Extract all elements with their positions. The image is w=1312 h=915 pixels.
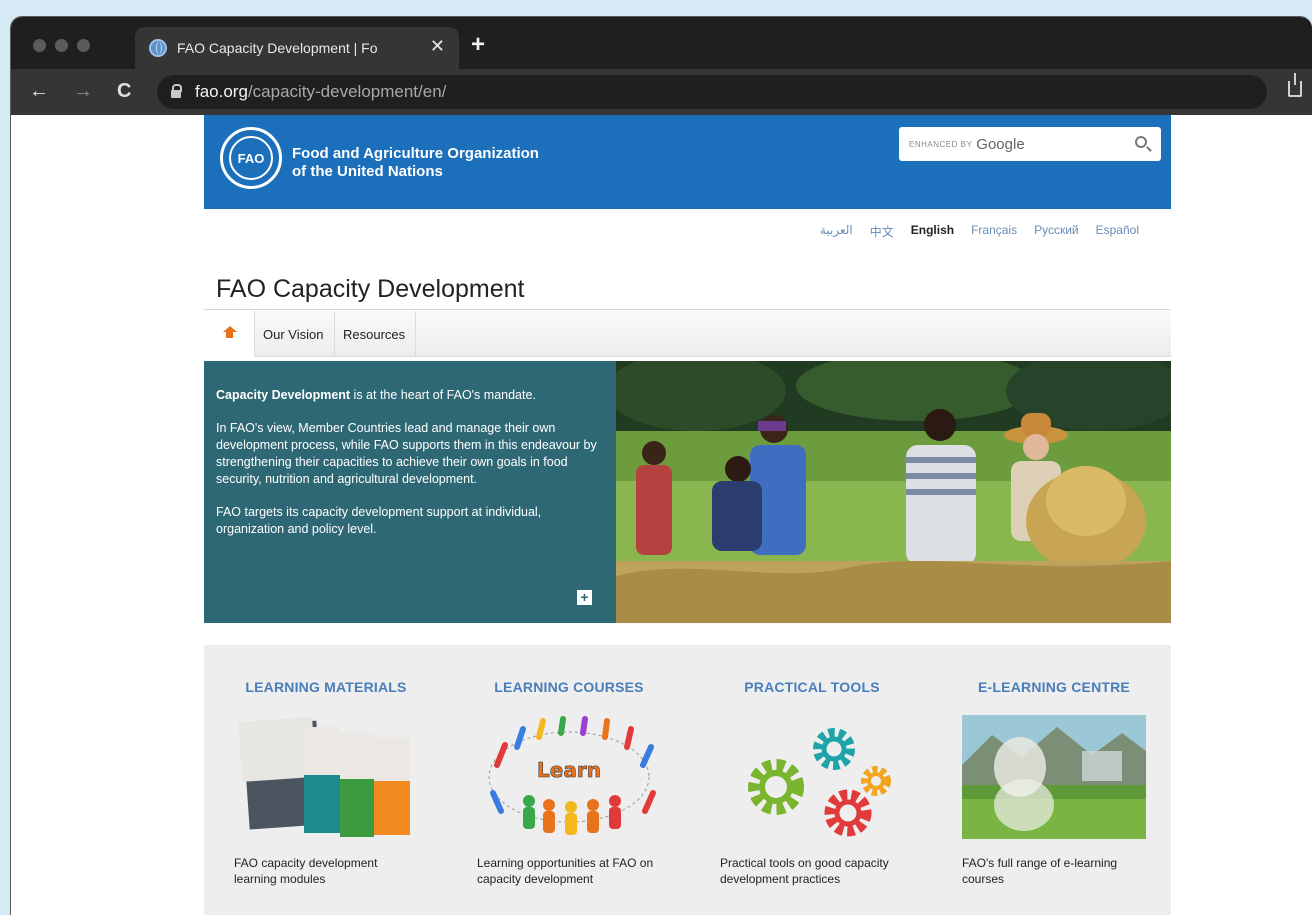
card-learning-courses[interactable]: LEARNING COURSES Learn Learning opportun… xyxy=(469,645,669,886)
tab-fao-capacity[interactable]: FAO Capacity Development | Fo ✕ xyxy=(135,27,459,69)
language-switcher: العربية 中文 English Français Русский Espa… xyxy=(820,223,1139,240)
lang-french[interactable]: Français xyxy=(971,223,1017,240)
gear-icon xyxy=(824,789,872,837)
org-name-line2: of the United Nations xyxy=(292,163,443,180)
lang-arabic[interactable]: العربية xyxy=(820,223,853,240)
gear-icon xyxy=(748,759,804,815)
back-button[interactable]: ← xyxy=(29,80,49,103)
share-icon[interactable] xyxy=(1288,73,1302,97)
divider xyxy=(204,309,1171,310)
browser-window: FAO Capacity Development | Fo ✕ + ← → C … xyxy=(10,16,1312,915)
card-elearning-centre[interactable]: E-LEARNING CENTRE FAO's full range of e-… xyxy=(954,645,1154,886)
card-description: Practical tools on good capacity develop… xyxy=(720,856,889,886)
card-practical-tools[interactable]: PRACTICAL TOOLS Practical tools on good … xyxy=(712,645,912,886)
farmers-illustration xyxy=(616,361,1171,623)
tab-title: FAO Capacity Development | Fo xyxy=(177,40,378,56)
search-enhanced-label: ENHANCED BY xyxy=(909,139,973,149)
minimize-window-button[interactable] xyxy=(55,39,68,52)
card-heading[interactable]: LEARNING MATERIALS xyxy=(226,679,426,695)
reload-button[interactable]: C xyxy=(117,80,131,103)
forward-button[interactable]: → xyxy=(73,80,93,103)
close-tab-icon[interactable]: ✕ xyxy=(430,36,445,57)
lang-russian[interactable]: Русский xyxy=(1034,223,1079,240)
new-tab-button[interactable]: + xyxy=(471,31,485,59)
search-brand-label: Google xyxy=(976,135,1025,153)
fao-logo-text: FAO xyxy=(229,136,273,180)
fao-logo[interactable]: FAO xyxy=(220,127,282,189)
search-icon[interactable] xyxy=(1135,136,1147,148)
globe-icon xyxy=(149,39,167,57)
browser-toolbar: ← → C fao.org/capacity-development/en/ xyxy=(11,69,1312,115)
practical-tools-gears-image[interactable] xyxy=(720,715,904,839)
search-input[interactable]: ENHANCED BY Google xyxy=(899,127,1161,161)
url-host: fao.org xyxy=(195,82,248,101)
resource-cards: LEARNING MATERIALS FAO capacity developm… xyxy=(204,645,1171,915)
address-bar[interactable]: fao.org/capacity-development/en/ xyxy=(157,75,1267,109)
card-heading[interactable]: E-LEARNING CENTRE xyxy=(954,679,1154,695)
hero-photo-farmers xyxy=(616,361,1171,623)
gear-icon xyxy=(861,766,891,796)
hero-p1-rest: is at the heart of FAO's mandate. xyxy=(350,388,536,402)
hero-bold-phrase: Capacity Development xyxy=(216,388,351,402)
maximize-window-button[interactable] xyxy=(77,39,90,52)
learn-art-word: Learn xyxy=(537,758,601,782)
hero-paragraph-3: FAO targets its capacity development sup… xyxy=(216,505,542,536)
lock-icon xyxy=(171,84,182,98)
url-path: /capacity-development/en/ xyxy=(247,82,447,101)
card-learning-materials[interactable]: LEARNING MATERIALS FAO capacity developm… xyxy=(226,645,426,886)
tab-resources[interactable]: Resources xyxy=(334,311,416,357)
card-description: FAO's full range of e-learning courses xyxy=(962,856,1118,886)
home-tab[interactable] xyxy=(204,311,254,357)
card-description: Learning opportunities at FAO on capacit… xyxy=(477,856,654,886)
tab-our-vision[interactable]: Our Vision xyxy=(254,311,334,357)
fao-site: FAO Food and Agriculture Organization of… xyxy=(204,115,1171,915)
expand-button[interactable]: + xyxy=(577,590,592,605)
web-page: FAO Food and Agriculture Organization of… xyxy=(11,115,1312,915)
home-icon xyxy=(222,326,237,340)
lang-english[interactable]: English xyxy=(911,223,954,240)
page-title: FAO Capacity Development xyxy=(216,275,525,303)
card-heading[interactable]: PRACTICAL TOOLS xyxy=(712,679,912,695)
lang-spanish[interactable]: Español xyxy=(1096,223,1139,240)
sub-navigation: Our Vision Resources xyxy=(204,311,1171,357)
org-name-line1: Food and Agriculture Organization xyxy=(292,145,539,162)
card-heading[interactable]: LEARNING COURSES xyxy=(469,679,669,695)
close-window-button[interactable] xyxy=(33,39,46,52)
org-name[interactable]: Food and Agriculture Organization of the… xyxy=(292,145,539,181)
learning-materials-image[interactable] xyxy=(234,715,418,839)
card-description: FAO capacity development learning module… xyxy=(234,856,378,886)
hero-paragraph-2: In FAO's view, Member Countries lead and… xyxy=(216,421,597,486)
hero-paragraph-1: Capacity Development is at the heart of … xyxy=(216,387,604,404)
fao-header: FAO Food and Agriculture Organization of… xyxy=(204,115,1171,209)
lang-chinese[interactable]: 中文 xyxy=(870,223,894,240)
tab-strip: FAO Capacity Development | Fo ✕ + xyxy=(11,17,1312,69)
elearning-centre-image[interactable] xyxy=(962,715,1146,839)
learning-courses-image[interactable]: Learn xyxy=(477,715,661,839)
gear-icon xyxy=(813,728,855,770)
hero-text-panel: Capacity Development is at the heart of … xyxy=(204,361,616,623)
